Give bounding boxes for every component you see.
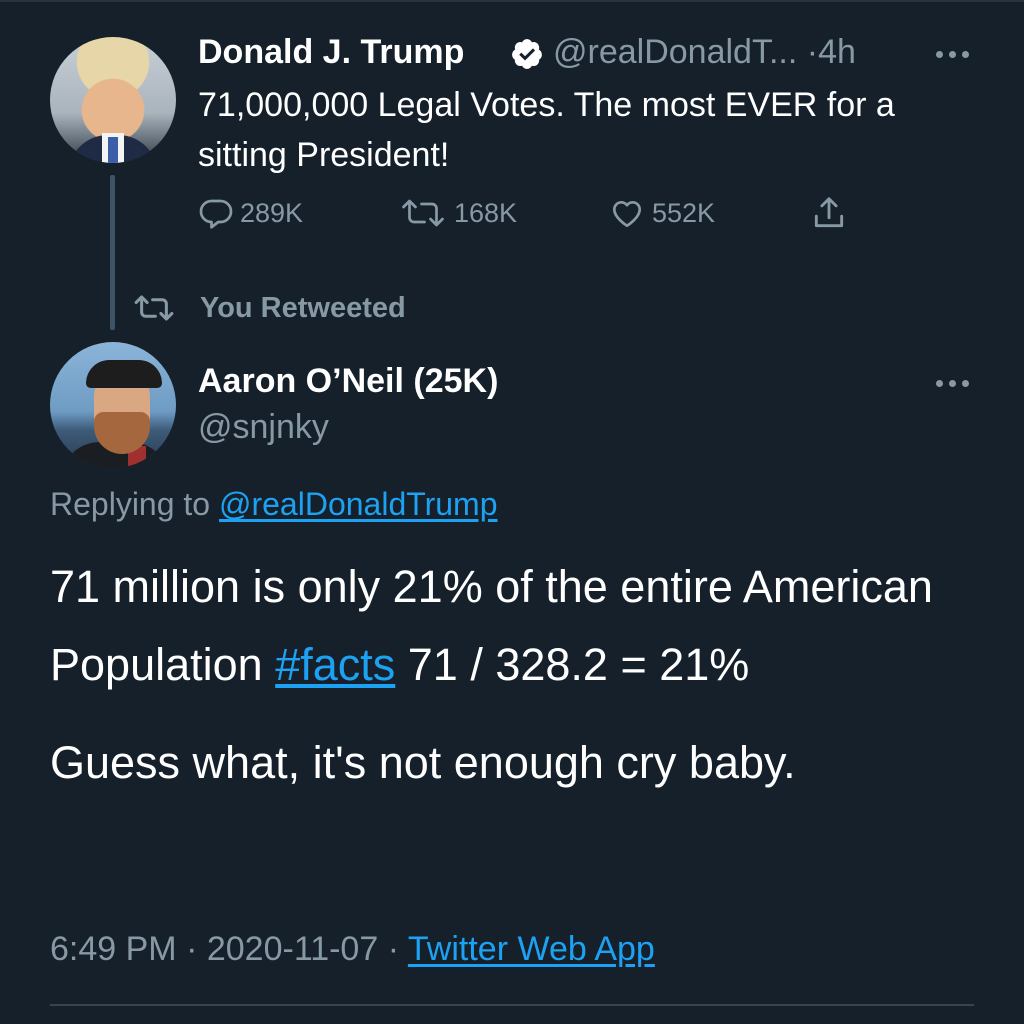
replying-handle-link[interactable]: @realDonaldTrump	[219, 486, 498, 522]
reply-icon	[199, 199, 233, 229]
share-icon	[814, 197, 844, 228]
avatar-main-author[interactable]	[50, 342, 176, 468]
meta-separator: ·	[186, 930, 198, 968]
like-button[interactable]: 552K	[608, 193, 715, 233]
main-author-handle[interactable]: @snjnky	[198, 408, 329, 447]
share-button[interactable]	[810, 193, 854, 233]
text-part-2: 71 / 328.2 = 21%	[407, 639, 750, 690]
retweet-count: 168K	[454, 197, 518, 228]
parent-time[interactable]: 4h	[818, 33, 856, 71]
hashtag-link[interactable]: #facts	[275, 639, 395, 690]
top-divider	[0, 0, 1024, 2]
avatar-parent-author[interactable]	[50, 37, 176, 163]
like-icon	[612, 200, 642, 228]
reply-button[interactable]: 289K	[198, 193, 303, 233]
tweet-time[interactable]: 6:49 PM	[50, 930, 177, 968]
parent-handle-time: @realDonaldT... ·4h	[553, 33, 856, 72]
retweeted-notice: You Retweeted	[132, 288, 406, 328]
retweet-icon	[402, 199, 444, 227]
tweet-date[interactable]: 2020-11-07	[207, 930, 378, 968]
replying-prefix: Replying to	[50, 486, 211, 522]
retweeted-label: You Retweeted	[200, 291, 406, 324]
retweet-icon	[134, 295, 174, 321]
avatar-tie	[108, 137, 118, 163]
parent-author-name[interactable]: Donald J. Trump	[198, 33, 464, 72]
verified-icon	[512, 39, 542, 69]
bottom-divider	[50, 1004, 974, 1006]
more-icon[interactable]	[934, 48, 974, 60]
source-link[interactable]: Twitter Web App	[408, 930, 655, 968]
retweet-button[interactable]: 168K	[398, 193, 517, 233]
main-tweet-text: 71 million is only 21% of the entire Ame…	[50, 548, 990, 802]
tweet-meta: 6:49 PM · 2020-11-07 · Twitter Web App	[50, 930, 655, 969]
like-count: 552K	[652, 197, 716, 228]
more-icon[interactable]	[934, 377, 974, 389]
time-separator: ·	[806, 33, 819, 71]
parent-tweet-text: 71,000,000 Legal Votes. The most EVER fo…	[198, 86, 895, 174]
avatar-cap	[86, 360, 162, 388]
main-author-name[interactable]: Aaron O’Neil (25K)	[198, 362, 498, 401]
main-tweet-paragraph-2: Guess what, it's not enough cry baby.	[50, 737, 796, 788]
reply-count: 289K	[240, 197, 304, 228]
replying-to: Replying to @realDonaldTrump	[50, 486, 498, 523]
thread-line	[110, 175, 115, 330]
parent-handle[interactable]: @realDonaldT...	[553, 33, 797, 71]
main-tweet-paragraph-1: 71 million is only 21% of the entire Ame…	[50, 548, 990, 704]
meta-separator: ·	[387, 930, 400, 968]
